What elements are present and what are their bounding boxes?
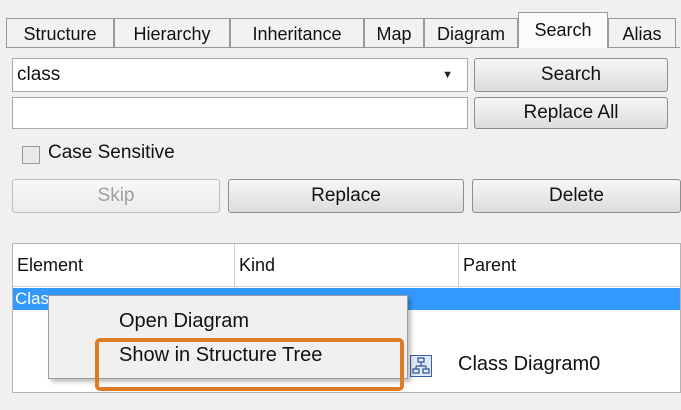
tab-hierarchy[interactable]: Hierarchy bbox=[114, 18, 230, 48]
delete-button[interactable]: Delete bbox=[472, 179, 681, 213]
tab-inheritance[interactable]: Inheritance bbox=[230, 18, 364, 48]
column-header-element[interactable]: Element bbox=[13, 244, 235, 286]
replace-all-button[interactable]: Replace All bbox=[474, 97, 668, 129]
search-query-combobox[interactable]: class ▼ bbox=[12, 58, 468, 92]
class-diagram-icon bbox=[410, 355, 432, 377]
class-diagram-label[interactable]: Class Diagram0 bbox=[458, 353, 600, 376]
dropdown-arrow-icon[interactable]: ▼ bbox=[442, 59, 453, 91]
column-header-kind[interactable]: Kind bbox=[235, 244, 459, 286]
tab-diagram[interactable]: Diagram bbox=[424, 18, 518, 48]
skip-button[interactable]: Skip bbox=[12, 179, 220, 213]
column-header-parent[interactable]: Parent bbox=[459, 244, 681, 286]
search-panel: Structure Hierarchy Inheritance Map Diag… bbox=[0, 0, 681, 410]
highlight-box bbox=[95, 338, 404, 391]
tab-search[interactable]: Search bbox=[518, 12, 608, 48]
header-divider bbox=[13, 286, 680, 287]
search-query-value: class bbox=[17, 64, 61, 85]
tab-structure[interactable]: Structure bbox=[6, 18, 114, 48]
tab-bar: Structure Hierarchy Inheritance Map Diag… bbox=[6, 10, 678, 48]
selected-row-element: Clas bbox=[15, 289, 50, 308]
tab-map[interactable]: Map bbox=[364, 18, 424, 48]
replace-input[interactable] bbox=[12, 97, 468, 129]
case-sensitive-label: Case Sensitive bbox=[48, 142, 175, 163]
search-button[interactable]: Search bbox=[474, 58, 668, 92]
hierarchy-icon bbox=[412, 357, 430, 374]
menu-item-open-diagram[interactable]: Open Diagram bbox=[119, 310, 249, 333]
replace-button[interactable]: Replace bbox=[228, 179, 464, 213]
tab-alias[interactable]: Alias bbox=[608, 18, 676, 48]
case-sensitive-checkbox[interactable] bbox=[22, 146, 40, 164]
